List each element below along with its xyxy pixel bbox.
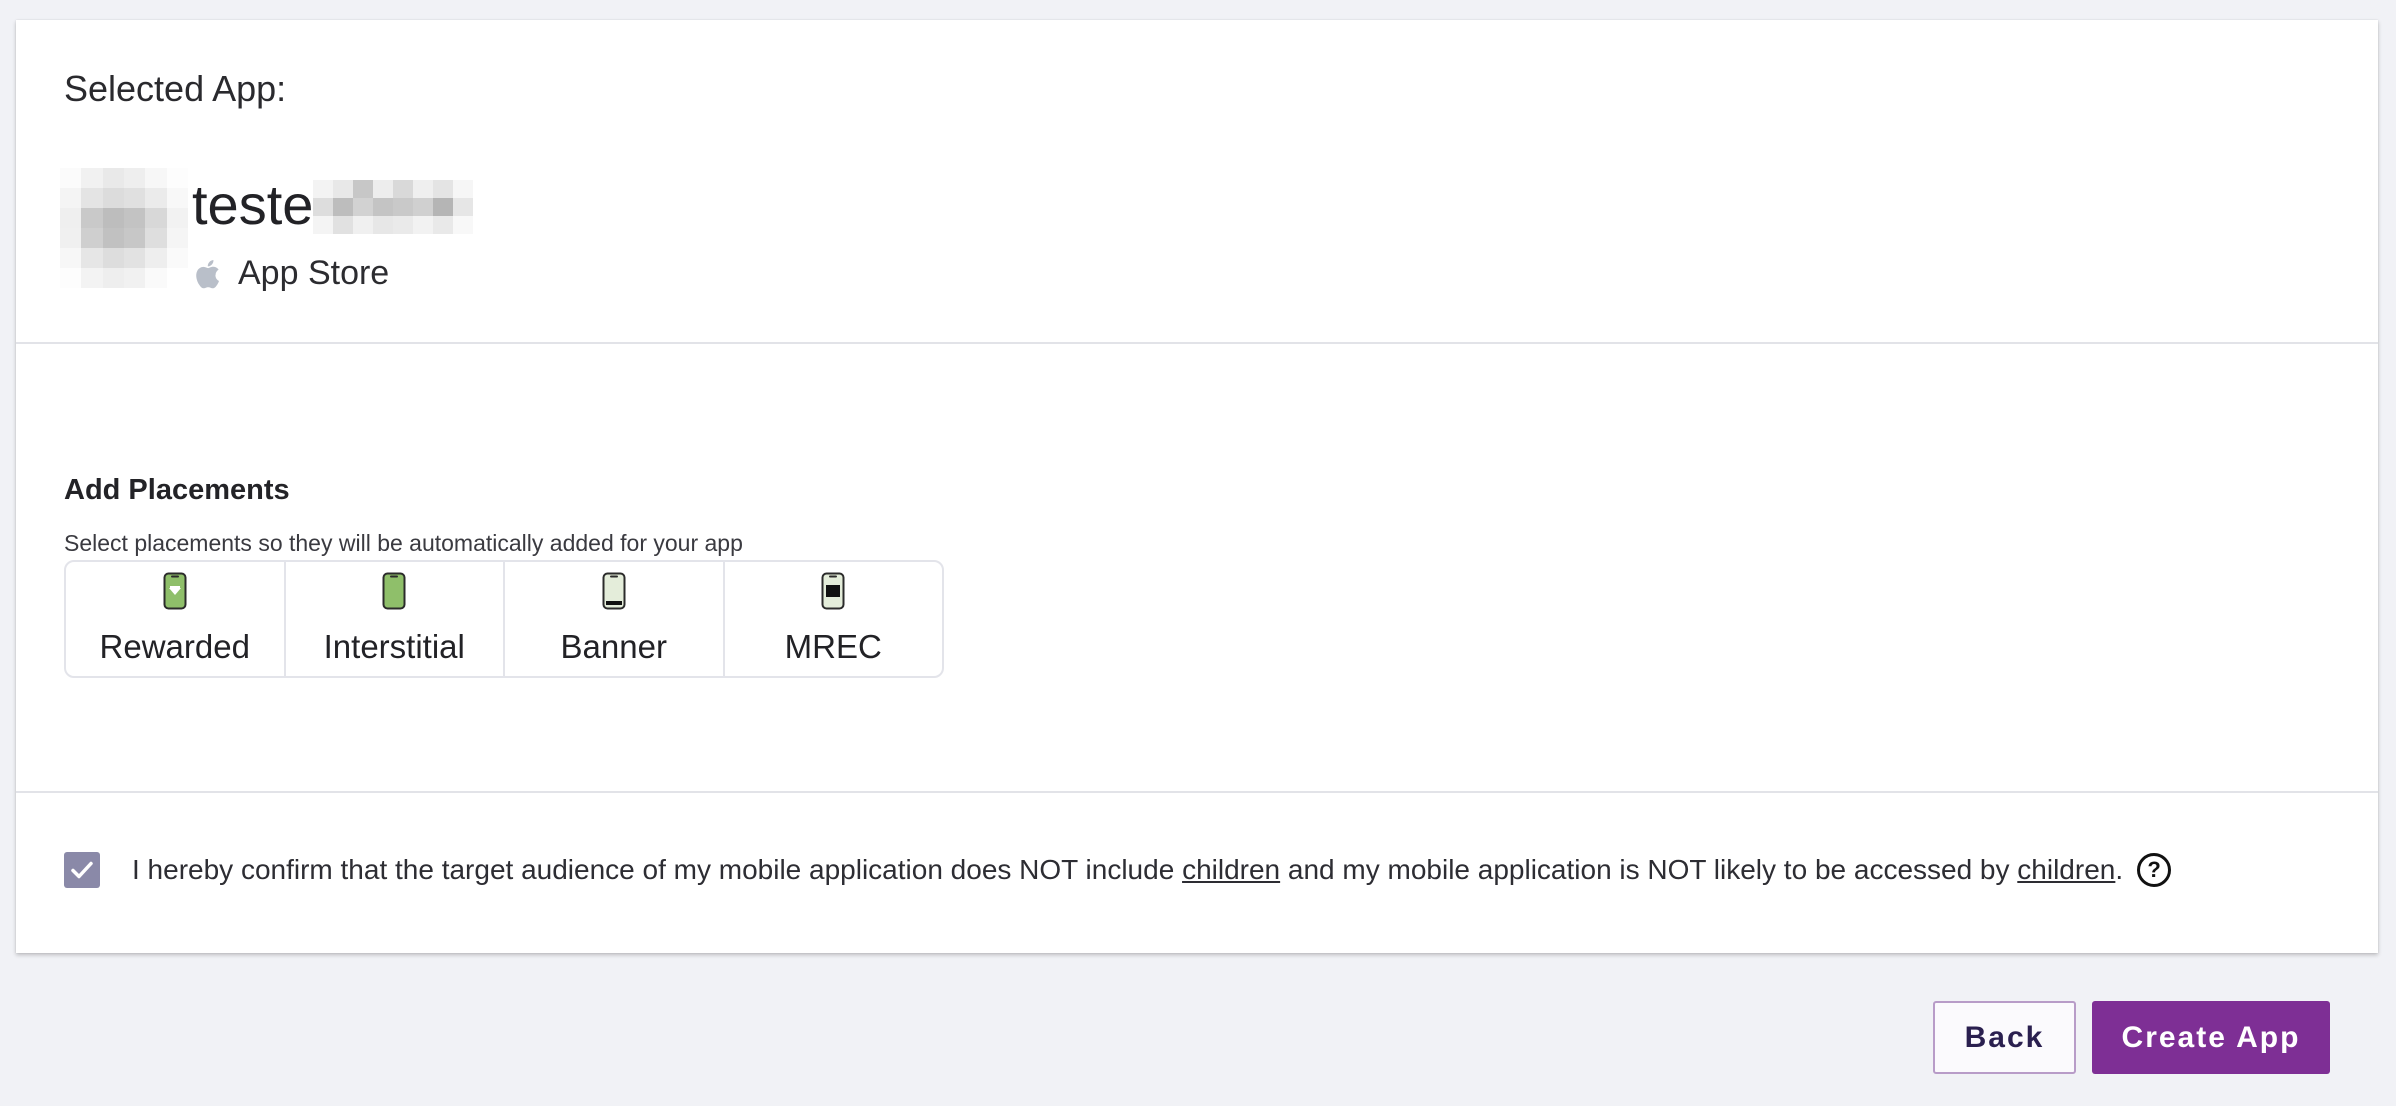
create-app-button[interactable]: Create App — [2092, 1001, 2330, 1074]
checkmark-icon — [71, 861, 93, 879]
question-circle-icon[interactable]: ? — [2137, 853, 2172, 887]
app-name-text: teste — [192, 173, 314, 236]
back-button[interactable]: Back — [1933, 1001, 2076, 1074]
app-store-row: App Store — [194, 254, 389, 293]
divider-top — [16, 342, 2378, 344]
placement-interstitial[interactable]: Interstitial — [286, 562, 505, 676]
consent-text-1: I hereby confirm that the target audienc… — [132, 854, 1183, 885]
consent-text-3: . — [2115, 854, 2124, 885]
placements-title: Add Placements — [64, 474, 290, 506]
app-icon — [60, 168, 188, 288]
placement-label: MREC — [784, 628, 882, 665]
phone-banner-icon — [602, 572, 626, 610]
app-name: teste — [192, 172, 474, 237]
placement-label: Banner — [560, 628, 667, 665]
placements-subtitle: Select placements so they will be automa… — [64, 530, 743, 556]
divider-bottom — [16, 791, 2378, 793]
phone-rewarded-icon — [163, 572, 187, 610]
placement-banner[interactable]: Banner — [505, 562, 725, 676]
app-store-label: App Store — [238, 254, 390, 292]
placement-rewarded[interactable]: Rewarded — [66, 562, 286, 676]
placements-selector: Rewarded Interstitial Banner MREC — [64, 560, 944, 678]
selected-app-section: Selected App: teste App Store — [16, 20, 2378, 343]
apple-icon — [196, 259, 219, 288]
children-link-2[interactable]: children — [2017, 854, 2115, 886]
create-app-card: Selected App: teste App Store Add Placem… — [16, 20, 2378, 953]
children-link[interactable]: children — [1182, 854, 1280, 886]
phone-mrec-icon — [821, 572, 845, 610]
selected-app-label: Selected App: — [64, 68, 287, 109]
consent-checkbox[interactable] — [64, 852, 100, 888]
consent-text-2: and my mobile application is NOT likely … — [1280, 854, 2018, 885]
placement-label: Rewarded — [99, 628, 250, 665]
phone-interstitial-icon — [382, 572, 406, 610]
placement-mrec[interactable]: MREC — [725, 562, 943, 676]
placement-label: Interstitial — [323, 628, 465, 665]
app-name-redacted — [313, 179, 474, 234]
children-consent-row: I hereby confirm that the target audienc… — [64, 852, 2172, 888]
